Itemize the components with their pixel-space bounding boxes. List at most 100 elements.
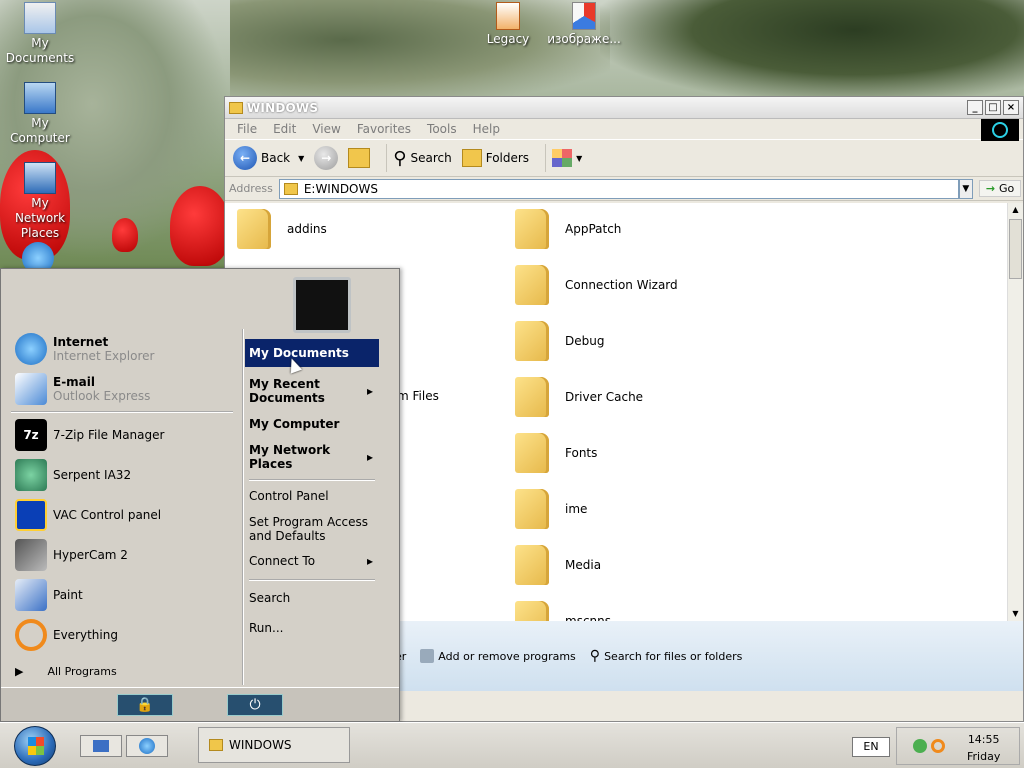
scroll-down-arrow[interactable]: ▼ [1009, 607, 1022, 621]
item-label: Run... [249, 621, 284, 635]
start-right-my-computer[interactable]: My Computer [245, 411, 379, 437]
menu-tools[interactable]: Tools [427, 122, 457, 136]
language-indicator[interactable]: EN [852, 737, 890, 757]
start-item-hypercam[interactable]: HyperCam 2 [7, 535, 237, 575]
back-label: Back [261, 151, 291, 165]
start-item-7zip[interactable]: 7z 7-Zip File Manager [7, 415, 237, 455]
taskbar-item-windows[interactable]: WINDOWS [198, 727, 350, 763]
everything-tray-icon[interactable] [931, 739, 945, 753]
quicklaunch-ie-button[interactable] [126, 735, 168, 757]
address-dropdown[interactable]: ▼ [958, 178, 973, 199]
folder-item-partial[interactable]: m Files [397, 389, 439, 403]
computer-icon [24, 82, 56, 114]
power-button[interactable]: ⏻ [227, 694, 283, 716]
folder-item[interactable]: mscnns [515, 601, 611, 621]
submenu-arrow-icon: ▸ [366, 554, 373, 568]
folder-item[interactable]: AppPatch [515, 209, 621, 249]
folders-button[interactable]: Folders [461, 149, 529, 167]
menu-favorites[interactable]: Favorites [357, 122, 411, 136]
submenu-arrow-icon: ▸ [366, 450, 373, 464]
everything-icon [15, 619, 47, 651]
address-value: E:WINDOWS [303, 181, 378, 196]
start-item-paint[interactable]: Paint [7, 575, 237, 615]
folder-name: m Files [397, 389, 439, 403]
folder-name: ime [565, 502, 588, 516]
start-right-network[interactable]: My Network Places ▸ [245, 437, 379, 477]
start-right-recent-documents[interactable]: My Recent Documents ▸ [245, 371, 379, 411]
network-tray-icon[interactable] [913, 739, 927, 753]
user-avatar[interactable] [293, 277, 351, 333]
add-remove-programs-link[interactable]: Add or remove programs [420, 649, 576, 663]
address-input[interactable]: E:WINDOWS [278, 178, 959, 199]
menu-file[interactable]: File [237, 122, 257, 136]
minimize-button[interactable]: _ [967, 100, 983, 115]
folder-item[interactable]: Debug [515, 321, 604, 361]
scroll-thumb[interactable] [1009, 219, 1022, 279]
back-arrow-icon: ← [233, 146, 257, 170]
folder-item[interactable]: ime [515, 489, 587, 529]
search-button[interactable]: ⚲ Search [393, 148, 451, 169]
start-item-everything[interactable]: Everything [7, 615, 237, 655]
folder-item[interactable]: addins [237, 209, 327, 249]
all-programs-button[interactable]: ▶ All Programs [15, 665, 117, 678]
item-title: Everything [53, 628, 118, 642]
clock[interactable]: 14:55 Friday [967, 731, 1000, 765]
folder-icon [515, 433, 549, 473]
scroll-up-arrow[interactable]: ▲ [1009, 203, 1022, 217]
go-button[interactable]: → Go [978, 180, 1022, 197]
start-item-email[interactable]: E-mail Outlook Express [7, 369, 237, 409]
start-button[interactable] [14, 726, 56, 766]
folder-icon [515, 545, 549, 585]
submenu-arrow-icon: ▸ [366, 384, 373, 398]
folder-item[interactable]: Media [515, 545, 601, 585]
close-button[interactable]: × [1003, 100, 1019, 115]
chevron-down-icon[interactable]: ▼ [298, 154, 304, 163]
menu-view[interactable]: View [312, 122, 340, 136]
desktop-icon-label: изображе... [547, 32, 621, 46]
folder-icon [515, 377, 549, 417]
address-label: Address [229, 182, 273, 195]
search-files-link[interactable]: ⚲ Search for files or folders [590, 648, 743, 664]
search-label: Search [410, 151, 452, 165]
desktop-icon-label: My Documents [5, 36, 75, 65]
desktop-icon-image[interactable]: изображе... [544, 2, 624, 47]
folder-icon [515, 321, 549, 361]
title-bar[interactable]: WINDOWS _ □ × [225, 97, 1023, 119]
folder-icon [209, 739, 223, 751]
maximize-button[interactable]: □ [985, 100, 1001, 115]
start-right-connect-to[interactable]: Connect To ▸ [245, 549, 379, 573]
show-desktop-button[interactable] [80, 735, 122, 757]
back-button[interactable]: ← Back ▼ [233, 146, 304, 170]
start-item-serpent[interactable]: Serpent IA32 [7, 455, 237, 495]
desktop-icon-my-documents[interactable]: My Documents [0, 2, 80, 66]
windows-logo-icon [28, 737, 44, 755]
forward-button[interactable]: → [314, 146, 339, 170]
views-button[interactable]: ▼ [552, 149, 582, 167]
search-icon: ⚲ [393, 147, 407, 169]
start-right-search[interactable]: Search [245, 583, 379, 613]
taskbar: WINDOWS EN 14:55 Friday [0, 722, 1024, 768]
start-right-set-program-access[interactable]: Set Program Access and Defaults [245, 509, 379, 549]
vertical-scrollbar[interactable]: ▲ ▼ [1007, 203, 1023, 621]
start-right-run[interactable]: Run... [245, 613, 379, 643]
start-right-control-panel[interactable]: Control Panel [245, 483, 379, 509]
folder-item[interactable]: Fonts [515, 433, 597, 473]
desktop-icon-my-network[interactable]: My Network Places [0, 162, 80, 241]
folder-name: mscnns [565, 614, 612, 621]
menu-help[interactable]: Help [473, 122, 500, 136]
start-item-internet[interactable]: Internet Internet Explorer [7, 329, 237, 369]
window-title: WINDOWS [247, 100, 319, 115]
column-separator [242, 329, 244, 685]
lock-button[interactable]: 🔒 [117, 694, 173, 716]
folder-item[interactable]: Connection Wizard [515, 265, 678, 305]
menu-edit[interactable]: Edit [273, 122, 296, 136]
folder-item[interactable]: Driver Cache [515, 377, 643, 417]
desktop-icon-legacy[interactable]: Legacy [468, 2, 548, 47]
desktop-icon-my-computer[interactable]: My Computer [0, 82, 80, 146]
start-item-vac[interactable]: VAC Control panel [7, 495, 237, 535]
toolbar-separator [386, 144, 388, 172]
image-file-icon [572, 2, 596, 30]
up-button[interactable] [348, 148, 371, 168]
address-bar: Address E:WINDOWS ▼ → Go [225, 177, 1023, 201]
start-right-my-documents[interactable]: My Documents [245, 339, 379, 367]
